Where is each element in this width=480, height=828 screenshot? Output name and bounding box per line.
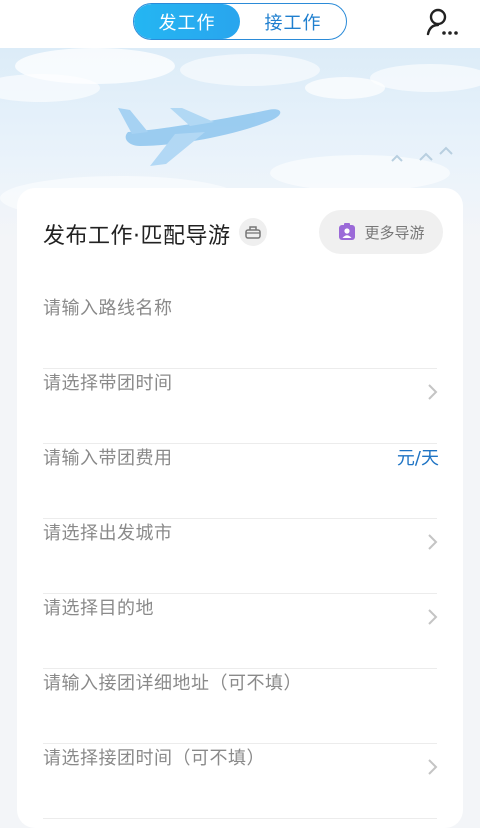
tab-accept-job[interactable]: 接工作 bbox=[240, 4, 346, 39]
tour-time-field[interactable]: 请选择带团时间 bbox=[43, 369, 438, 444]
pickup-time-placeholder: 请选择接团时间（可不填） bbox=[43, 748, 265, 769]
chevron-right-icon bbox=[428, 384, 438, 400]
id-badge-icon bbox=[339, 223, 356, 240]
more-guides-button[interactable]: 更多导游 bbox=[319, 210, 443, 254]
tour-fee-field[interactable]: 请输入带团费用 元/天 bbox=[43, 444, 439, 519]
chevron-right-icon bbox=[428, 609, 438, 625]
departure-city-placeholder: 请选择出发城市 bbox=[43, 523, 173, 544]
title-badge[interactable] bbox=[239, 218, 267, 246]
destination-field[interactable]: 请选择目的地 bbox=[43, 594, 438, 669]
pickup-time-field[interactable]: 请选择接团时间（可不填） bbox=[43, 744, 438, 819]
route-name-field[interactable]: 请输入路线名称 bbox=[43, 294, 437, 369]
pickup-address-field[interactable]: 请输入接团详细地址（可不填） bbox=[43, 669, 437, 744]
card-title: 发布工作·匹配导游 bbox=[43, 224, 231, 249]
tab-post-job[interactable]: 发工作 bbox=[134, 4, 240, 39]
tour-fee-placeholder: 请输入带团费用 bbox=[43, 448, 173, 469]
destination-placeholder: 请选择目的地 bbox=[43, 598, 154, 619]
top-bar: 发工作 接工作 bbox=[0, 0, 480, 48]
departure-city-field[interactable]: 请选择出发城市 bbox=[43, 519, 438, 594]
fee-unit: 元/天 bbox=[396, 448, 439, 469]
route-name-placeholder: 请输入路线名称 bbox=[43, 298, 173, 319]
chevron-right-icon bbox=[428, 759, 438, 775]
pickup-address-placeholder: 请输入接团详细地址（可不填） bbox=[43, 673, 302, 694]
basket-icon bbox=[245, 226, 261, 239]
user-search-button[interactable] bbox=[425, 6, 461, 40]
mode-switch: 发工作 接工作 bbox=[133, 3, 347, 40]
publish-job-card: 发布工作·匹配导游 更多导游 请输入路线名称 请选择带团时间 请输入带团费用 元… bbox=[17, 188, 463, 828]
more-guides-label: 更多导游 bbox=[364, 223, 425, 242]
user-search-icon bbox=[426, 8, 458, 36]
chevron-right-icon bbox=[428, 534, 438, 550]
tour-time-placeholder: 请选择带团时间 bbox=[43, 373, 173, 394]
